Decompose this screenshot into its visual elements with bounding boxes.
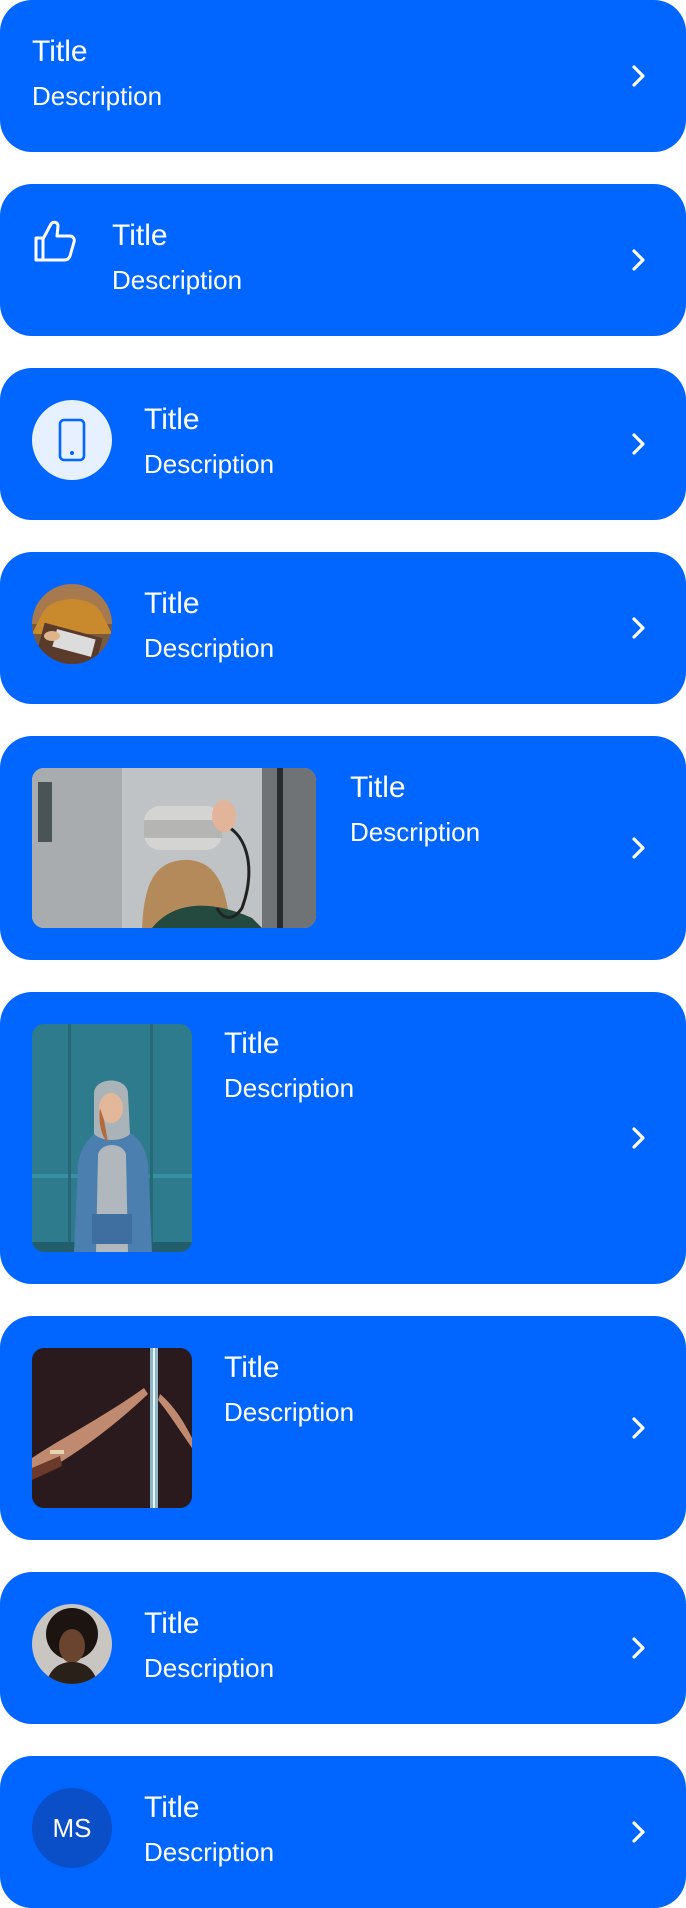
list-item[interactable]: Title Description <box>0 992 686 1284</box>
list-item[interactable]: Title Description <box>0 1572 686 1724</box>
item-title: Title <box>144 587 200 620</box>
item-description: Description <box>350 817 481 847</box>
media-photo <box>32 1348 192 1508</box>
item-description: Description <box>144 1837 275 1867</box>
item-description: Description <box>144 1653 275 1683</box>
chevron-right-icon <box>628 431 650 457</box>
thumbs-up-icon <box>32 218 78 264</box>
list-item[interactable]: Title Description <box>0 736 686 960</box>
item-title: Title <box>350 771 406 804</box>
item-title: Title <box>224 1351 280 1384</box>
chevron-right-icon <box>628 247 650 273</box>
item-title: Title <box>144 403 200 436</box>
list-item[interactable]: Title Description <box>0 0 686 152</box>
item-title: Title <box>144 1791 200 1824</box>
list-item[interactable]: MS Title Description <box>0 1756 686 1908</box>
item-title: Title <box>144 1607 200 1640</box>
item-description: Description <box>32 81 163 111</box>
avatar <box>32 584 112 664</box>
item-title: Title <box>224 1027 280 1060</box>
icon-circle <box>32 400 112 480</box>
chevron-right-icon <box>628 835 650 861</box>
media-photo <box>32 1024 192 1252</box>
item-title: Title <box>32 35 88 68</box>
list-item[interactable]: Title Description <box>0 1316 686 1540</box>
list-item[interactable]: Title Description <box>0 184 686 336</box>
item-description: Description <box>224 1073 355 1103</box>
chevron-right-icon <box>628 1635 650 1661</box>
chevron-right-icon <box>628 1819 650 1845</box>
item-description: Description <box>112 265 243 295</box>
chevron-right-icon <box>628 1125 650 1151</box>
item-description: Description <box>144 633 275 663</box>
avatar-initials: MS <box>32 1788 112 1868</box>
chevron-right-icon <box>628 615 650 641</box>
item-description: Description <box>224 1397 355 1427</box>
media-photo <box>32 768 316 928</box>
item-title: Title <box>112 219 168 252</box>
chevron-right-icon <box>628 1415 650 1441</box>
chevron-right-icon <box>628 63 650 89</box>
list-item[interactable]: Title Description <box>0 552 686 704</box>
avatar <box>32 1604 112 1684</box>
mobile-phone-icon <box>58 418 86 462</box>
item-description: Description <box>144 449 275 479</box>
list-item[interactable]: Title Description <box>0 368 686 520</box>
